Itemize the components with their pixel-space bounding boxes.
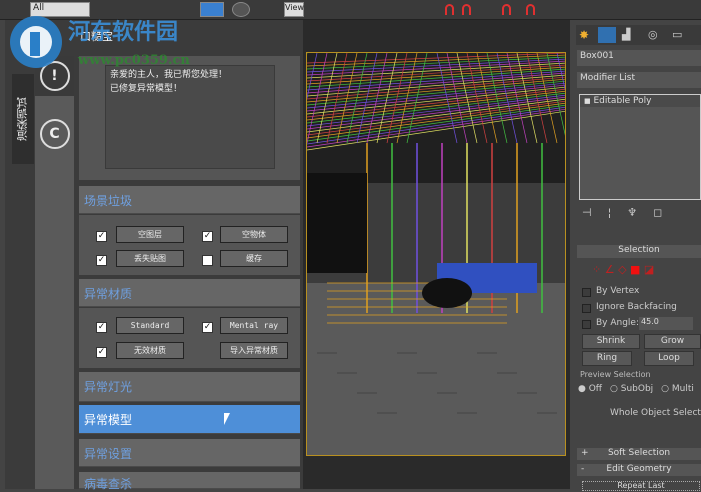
stack-tools-icons[interactable]: ⊣¦♆◻: [582, 206, 678, 219]
section-label: 异常材质: [84, 287, 133, 301]
shrink-button[interactable]: Shrink: [582, 334, 640, 349]
tab-label: 渲染调试: [16, 97, 29, 141]
wire-line: [307, 173, 367, 273]
preview-off-radio[interactable]: ● Off: [578, 384, 602, 394]
wire-line: [422, 278, 472, 308]
section-abnormal-material[interactable]: 异常材质: [79, 279, 300, 307]
command-panel-tabs: ✸ ▟ ◎ ▭: [576, 25, 701, 45]
message-box: 亲爱的主人，我已帮您处理！ 已修复异常模型！: [105, 65, 275, 169]
edit-geometry-rollout[interactable]: - Edit Geometry: [577, 464, 701, 476]
preview-selection-options: ● Off ○ SubObj ○ Multi: [578, 384, 694, 394]
by-vertex-label: By Vertex: [596, 286, 640, 296]
rotate-tool-icon[interactable]: [232, 2, 250, 17]
section-label: 场景垃圾: [84, 194, 133, 208]
checkbox-mental-ray[interactable]: ✓: [202, 322, 213, 333]
section-label: 异常灯光: [84, 380, 133, 394]
checkbox-cache[interactable]: [202, 255, 213, 266]
scene-garbage-options: ✓ 空图层 ✓ 空物体 ✓ 丢失贴图 缓存: [79, 215, 300, 275]
preview-selection-label: Preview Selection: [580, 370, 651, 379]
checkbox-missing-map[interactable]: ✓: [96, 255, 107, 266]
invalid-material-button[interactable]: 无效材质: [116, 342, 184, 359]
motion-tab-icon[interactable]: ◎: [648, 28, 658, 41]
modifier-list-dropdown[interactable]: Modifier List: [577, 72, 701, 88]
mouse-cursor-icon: [224, 413, 230, 425]
tab-render-debug[interactable]: 渲染调试: [12, 74, 34, 164]
angle-input[interactable]: 45.0: [639, 317, 693, 330]
repeat-last-button[interactable]: Repeat Last: [582, 481, 700, 491]
object-name-field[interactable]: Box001: [577, 50, 701, 66]
message-area: 亲爱的主人，我已帮您处理！ 已修复异常模型！: [79, 56, 300, 180]
radio-label: SubObj: [620, 384, 654, 394]
copyright-icon: C: [39, 119, 70, 149]
snap-icon[interactable]: [445, 4, 454, 15]
checkbox-empty-object[interactable]: ✓: [202, 231, 213, 242]
display-tab-icon[interactable]: ▭: [672, 28, 682, 41]
angle-snap-icon[interactable]: [462, 4, 471, 15]
svg-text:www.pc0359.cn: www.pc0359.cn: [77, 53, 190, 68]
import-abnormal-material-button[interactable]: 导入异常材质: [220, 342, 288, 359]
ring-button[interactable]: Ring: [582, 351, 632, 366]
abnormal-material-options: ✓ Standard ✓ Mental ray ✓ 无效材质 导入异常材质: [79, 308, 300, 368]
by-angle-checkbox[interactable]: [582, 320, 591, 329]
section-virus-scan[interactable]: 病毒查杀: [79, 472, 300, 491]
ignore-backfacing-checkbox[interactable]: [582, 304, 591, 313]
message-line: 已修复异常模型！: [110, 84, 183, 94]
cache-button[interactable]: 缓存: [220, 250, 288, 267]
perspective-viewport[interactable]: [306, 52, 566, 456]
grow-button[interactable]: Grow: [644, 334, 701, 349]
wireframe-scene: [307, 53, 565, 455]
missing-map-button[interactable]: 丢失贴图: [116, 250, 184, 267]
svg-text:河东软件园: 河东软件园: [68, 19, 178, 45]
by-vertex-checkbox[interactable]: [582, 288, 591, 297]
radio-label: Multi: [671, 384, 694, 394]
clean-button[interactable]: C: [35, 114, 74, 154]
selection-rollout-header[interactable]: Selection: [577, 245, 701, 258]
ignore-backfacing-label: Ignore Backfacing: [596, 302, 677, 312]
wire-line: [307, 283, 565, 455]
modifier-stack: ■ Editable Poly: [579, 94, 701, 200]
preview-multi-radio[interactable]: ○ Multi: [661, 384, 694, 394]
preview-subobj-radio[interactable]: ○ SubObj: [610, 384, 653, 394]
stack-item-label: Editable Poly: [593, 96, 652, 106]
empty-object-button[interactable]: 空物体: [220, 226, 288, 243]
section-label: 异常模型: [84, 413, 133, 427]
radio-label: Off: [588, 384, 603, 394]
checkbox-standard[interactable]: ✓: [96, 322, 107, 333]
view-dropdown[interactable]: View: [284, 2, 304, 17]
section-scene-garbage[interactable]: 场景垃圾: [79, 186, 300, 214]
section-label: 异常设置: [84, 447, 133, 461]
percent-snap-icon[interactable]: [502, 4, 511, 15]
stack-item-editable-poly[interactable]: ■ Editable Poly: [580, 95, 700, 107]
section-abnormal-light[interactable]: 异常灯光: [79, 372, 300, 402]
spinner-snap-icon[interactable]: [526, 4, 535, 15]
section-abnormal-model[interactable]: 异常模型: [79, 405, 300, 434]
icon-column: ! C: [35, 56, 74, 489]
empty-layer-button[interactable]: 空图层: [116, 226, 184, 243]
soft-selection-rollout[interactable]: + Soft Selection: [577, 448, 701, 460]
mental-ray-button[interactable]: Mental ray: [220, 317, 288, 334]
create-tab-icon[interactable]: ✸: [579, 28, 589, 42]
subobject-level-icons[interactable]: ⁘ ∠ ◇ ■ ◪: [592, 263, 654, 276]
section-abnormal-settings[interactable]: 异常设置: [79, 439, 300, 467]
standard-button[interactable]: Standard: [116, 317, 184, 334]
command-panel: ✸ ▟ ◎ ▭ Box001 Modifier List ■ Editable …: [572, 20, 701, 491]
by-angle-label: By Angle:: [596, 318, 640, 328]
loop-button[interactable]: Loop: [644, 351, 694, 366]
watermark-logo: 河东软件园 www.pc0359.cn: [8, 14, 208, 73]
selection-status: Whole Object Selected: [610, 408, 701, 418]
checkbox-empty-layer[interactable]: ✓: [96, 231, 107, 242]
rollout-label: Soft Selection: [607, 448, 671, 458]
modify-tab-icon[interactable]: [598, 27, 616, 43]
rollout-label: Edit Geometry: [606, 464, 672, 474]
watermark-logo-icon: 河东软件园 www.pc0359.cn: [10, 16, 190, 68]
hierarchy-tab-icon[interactable]: ▟: [622, 28, 630, 41]
expand-icon[interactable]: ■: [584, 97, 591, 105]
checkbox-invalid-material[interactable]: ✓: [96, 347, 107, 358]
